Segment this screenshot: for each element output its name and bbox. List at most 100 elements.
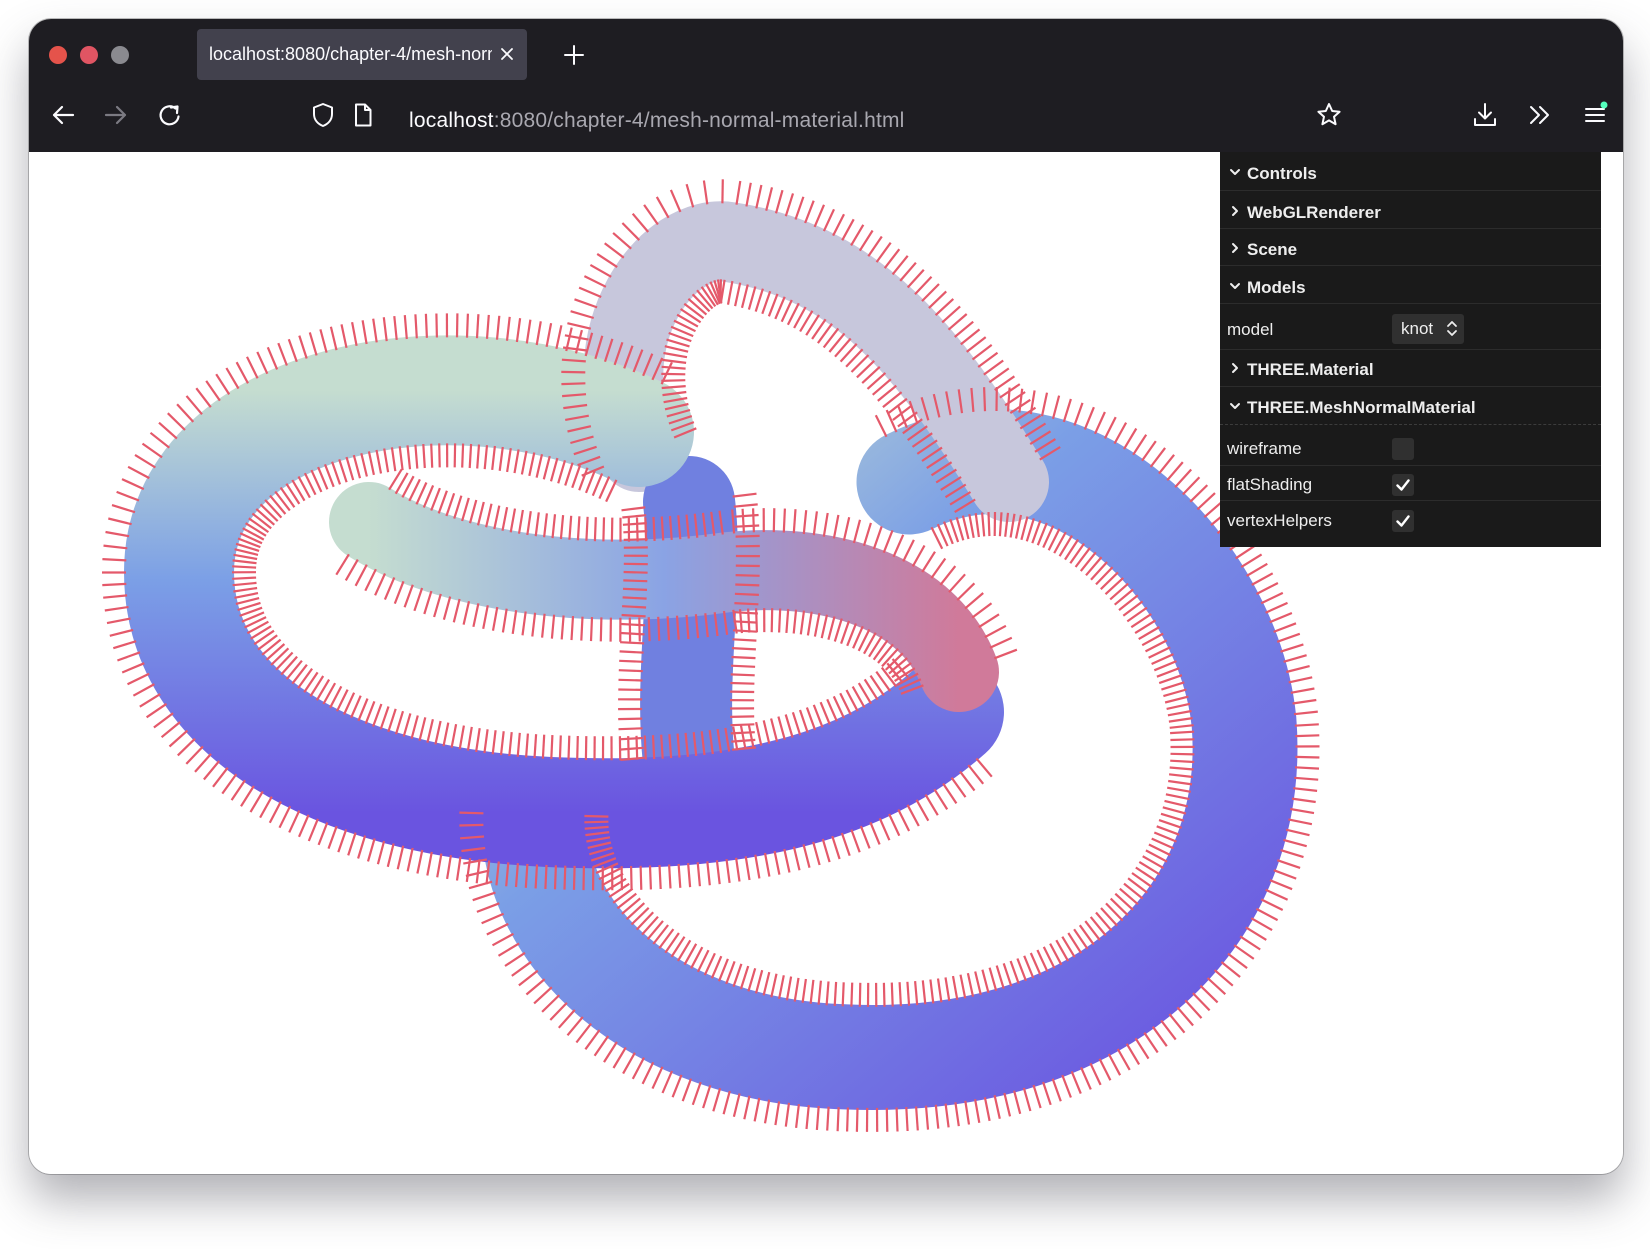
normal-helper-line: [914, 276, 933, 295]
download-icon[interactable]: [1471, 101, 1499, 129]
flatshading-checkbox[interactable]: [1392, 474, 1414, 496]
normal-helper-line: [1160, 1019, 1177, 1041]
normal-helper-line: [809, 979, 815, 1004]
model-select[interactable]: knot: [1392, 314, 1464, 344]
reload-icon[interactable]: [156, 101, 184, 129]
minimize-window-button[interactable]: [80, 46, 98, 64]
normal-helper-line: [466, 726, 473, 751]
normal-helper-line: [696, 862, 701, 887]
select-arrows-icon: [1446, 320, 1458, 337]
normal-helper-line: [589, 617, 594, 642]
normal-helper-line: [930, 557, 947, 579]
normal-helper-line: [951, 975, 959, 1000]
normal-helper-line: [898, 982, 902, 1007]
normal-helper-line: [660, 734, 664, 759]
normal-helper-line: [1290, 687, 1315, 694]
normal-helper-line: [185, 395, 203, 416]
normal-helper-line: [770, 718, 779, 743]
normal-helper-line: [1206, 977, 1227, 996]
normal-helper-line: [232, 559, 257, 565]
normal-helper-line: [564, 462, 574, 486]
normal-helper-line: [442, 596, 452, 620]
normal-helper-line: [383, 577, 396, 601]
normal-helper-line: [784, 1102, 791, 1127]
folder-label: WebGLRenderer: [1247, 203, 1381, 222]
close-window-button[interactable]: [49, 46, 67, 64]
normal-helper-line: [485, 503, 493, 528]
normal-helper-line: [108, 517, 132, 526]
normal-helper-line: [508, 731, 513, 757]
normal-helper-line: [1293, 710, 1318, 716]
divider: [1220, 386, 1601, 387]
normal-helper-line: [639, 865, 643, 890]
normal-helper-line: [1090, 561, 1108, 581]
normal-helper-line: [249, 790, 264, 813]
url-field[interactable]: localhost:8080/chapter-4/mesh-normal-mat…: [409, 109, 905, 133]
normal-helper-line: [872, 526, 883, 550]
normal-helper-line: [956, 582, 976, 601]
normal-helper-line: [1114, 892, 1134, 911]
normal-helper-line: [555, 325, 563, 350]
normal-helper-line: [961, 515, 970, 540]
normal-helper-line: [622, 514, 647, 519]
wireframe-checkbox[interactable]: [1392, 438, 1414, 460]
normal-helper-line: [747, 286, 757, 310]
normal-helper-line: [149, 431, 170, 449]
normal-helper-line: [278, 805, 292, 829]
normal-helper-line: [706, 861, 711, 886]
normal-helper-line: [802, 510, 808, 535]
normal-helper-line: [1174, 468, 1193, 489]
normal-helper-line: [702, 1084, 712, 1109]
normal-helper-line: [621, 622, 646, 627]
normal-helper-line: [944, 977, 951, 1002]
normal-helper-line: [287, 338, 298, 363]
normal-helper-line: [651, 735, 656, 760]
arrow-left-icon[interactable]: [49, 101, 77, 129]
normal-helper-line: [836, 1107, 840, 1132]
shield-icon[interactable]: [309, 101, 337, 129]
normal-helper-line: [950, 776, 967, 798]
normal-helper-line: [677, 863, 682, 888]
normal-helper-line: [733, 503, 758, 508]
normal-helper-line: [612, 1046, 627, 1069]
normal-helper-line: [1240, 553, 1263, 569]
normal-helper-line: [772, 508, 776, 533]
normal-helper-line: [350, 695, 362, 719]
arrow-right-icon[interactable]: [102, 101, 130, 129]
normal-helper-line: [974, 513, 980, 538]
normal-helper-line: [475, 728, 481, 753]
star-icon[interactable]: [1315, 101, 1343, 129]
normal-helper-line: [715, 860, 721, 885]
tab-active[interactable]: localhost:8080/chapter-4/mesh-normal-mat…: [197, 29, 527, 80]
normal-helper-line: [501, 506, 509, 531]
normal-helper-line: [372, 318, 378, 343]
normal-helper-line: [410, 715, 419, 739]
chevrons-right-icon[interactable]: [1526, 101, 1554, 129]
normal-helper-line: [379, 706, 390, 730]
normal-helper-line: [666, 338, 690, 348]
normal-helper-line: [826, 698, 838, 722]
plus-icon[interactable]: [562, 43, 586, 67]
normal-helper-line: [1163, 688, 1187, 698]
normal-helper-line: [403, 315, 408, 340]
normal-helper-line: [813, 204, 826, 228]
normal-helper-line: [1168, 1013, 1186, 1034]
vertexhelpers-checkbox[interactable]: [1392, 510, 1414, 532]
normal-helper-line: [1083, 406, 1095, 430]
normal-helper-line: [1016, 958, 1028, 982]
normal-helper-line: [827, 616, 836, 640]
normal-helper-line: [571, 464, 582, 489]
normal-helper-line: [1051, 395, 1061, 420]
close-icon[interactable]: [499, 46, 515, 62]
normal-helper-line: [1280, 643, 1304, 653]
normal-helper-line: [722, 1090, 731, 1115]
zoom-window-button[interactable]: [111, 46, 129, 64]
normal-helper-line: [338, 459, 348, 483]
normal-helper-line: [734, 282, 742, 307]
normal-helper-line: [735, 524, 760, 528]
normal-helper-line: [731, 655, 756, 660]
normal-helper-line: [616, 892, 637, 910]
page-icon[interactable]: [349, 101, 377, 129]
normal-helper-line: [605, 479, 618, 503]
hamburger-menu-icon[interactable]: [1581, 101, 1609, 129]
